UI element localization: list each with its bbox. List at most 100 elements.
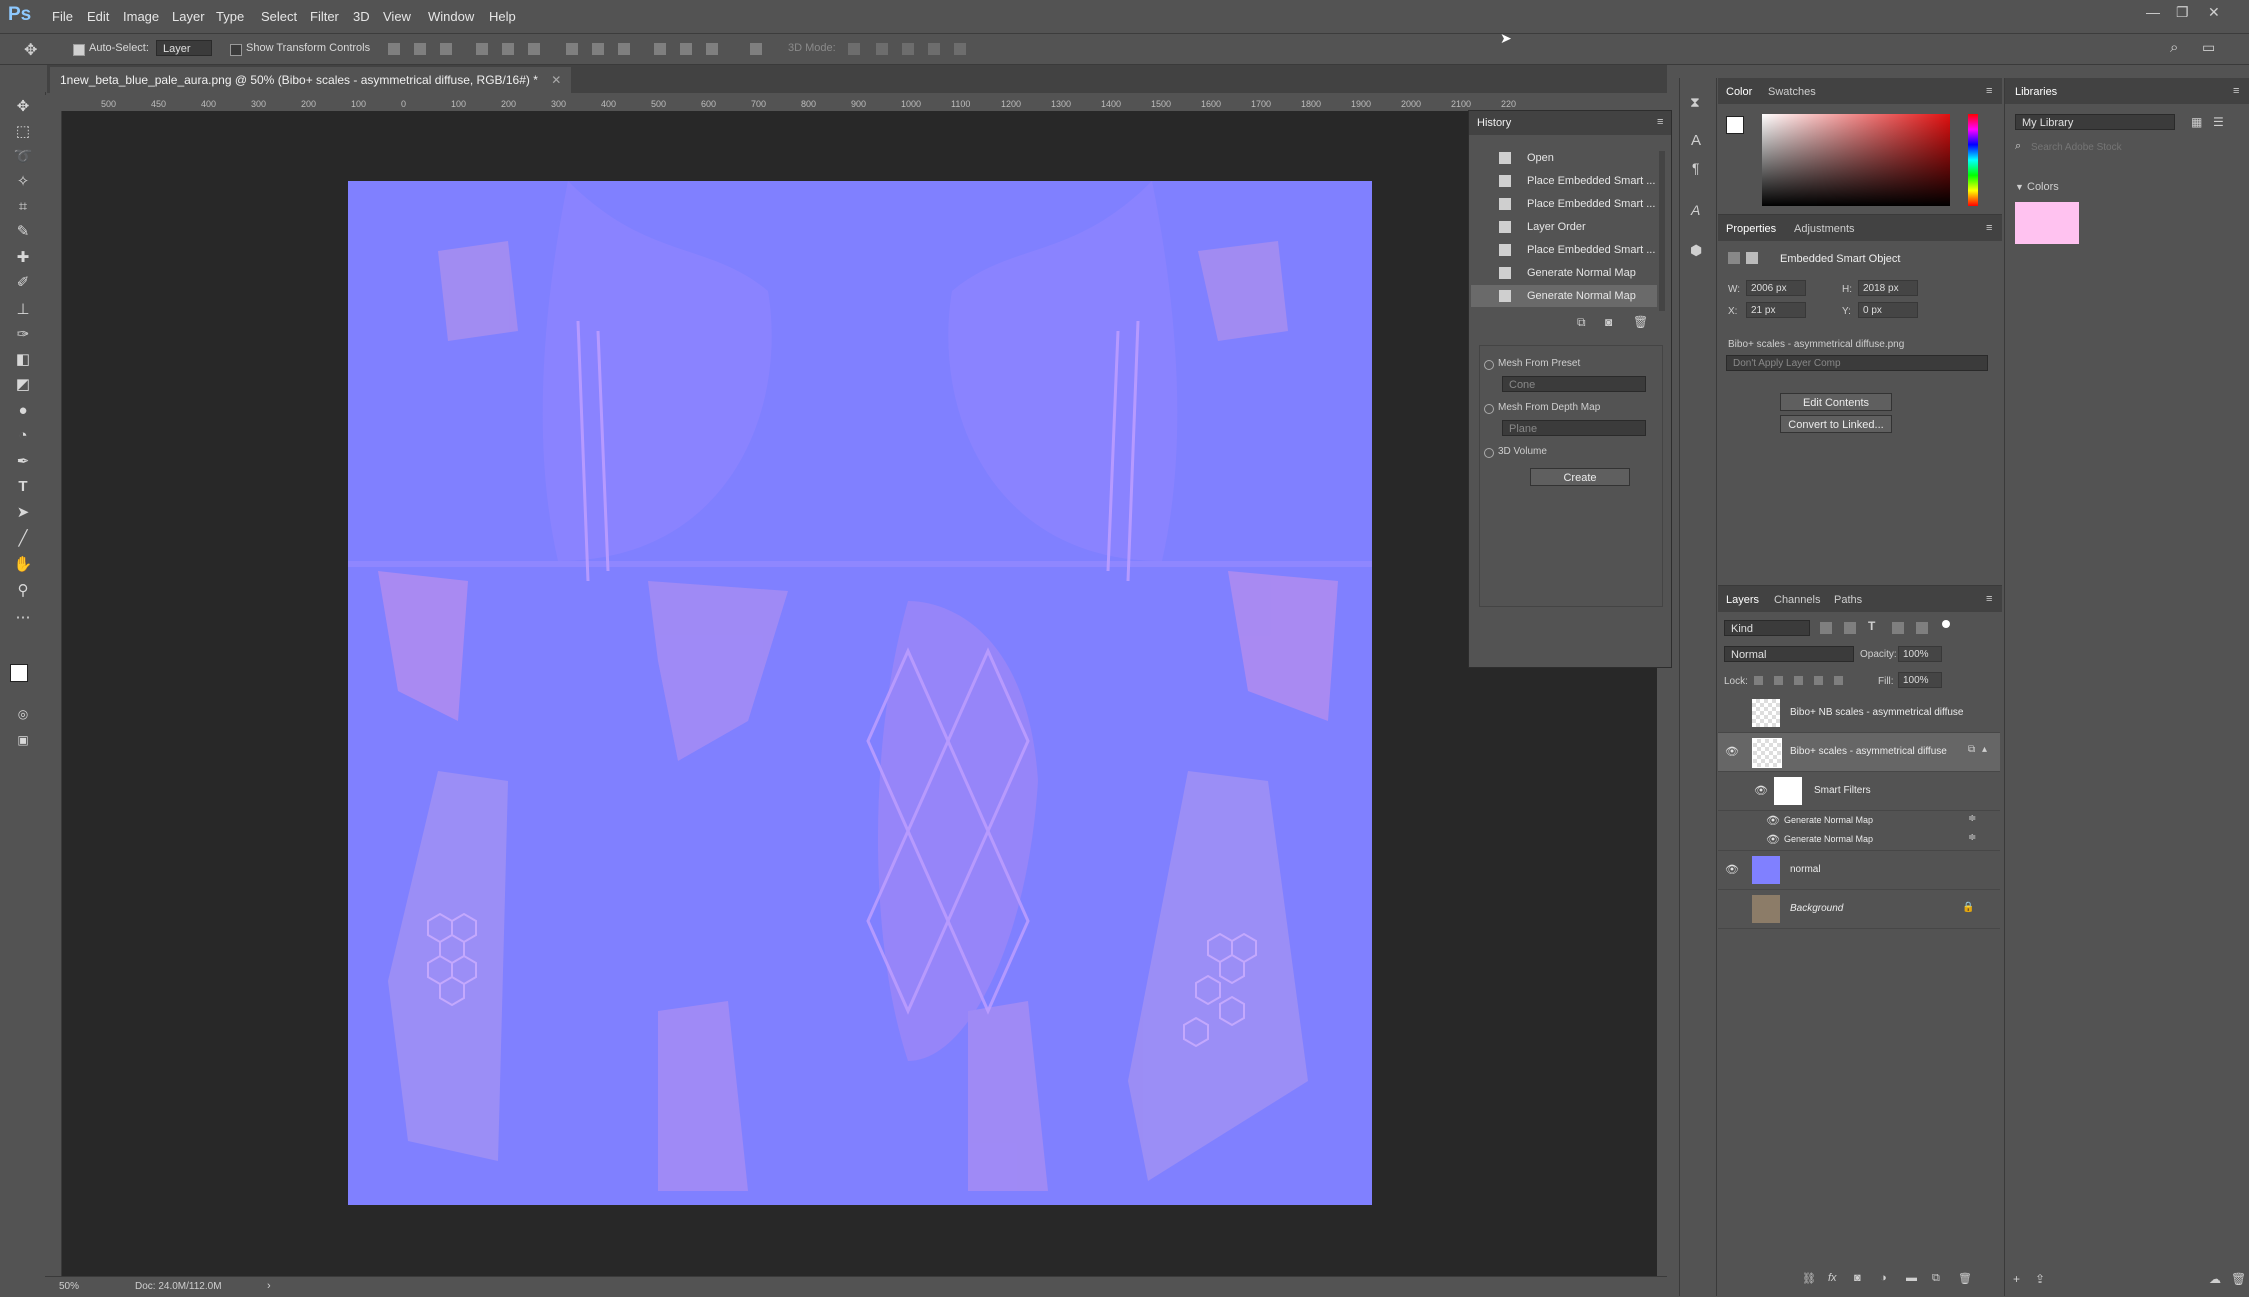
3d-scale-icon[interactable] (954, 43, 966, 55)
library-dropdown[interactable]: My Library (2015, 114, 2175, 130)
filter-toggle-icon[interactable] (1942, 620, 1950, 628)
auto-align-icon[interactable] (750, 43, 762, 55)
more-tools-icon[interactable]: ⋯ (13, 608, 33, 628)
delete-library-item-icon[interactable]: 🗑 (2231, 1272, 2246, 1286)
properties-tab[interactable]: Properties (1726, 223, 1776, 235)
history-brush-icon[interactable]: ✑ (13, 325, 33, 345)
lock-pixels-icon[interactable] (1774, 676, 1783, 685)
delete-state-icon[interactable]: 🗑 (1633, 315, 1648, 329)
smart-filter-mask[interactable] (1774, 777, 1802, 805)
brush-tool-icon[interactable]: ✐ (13, 273, 33, 293)
stock-search-input[interactable] (2029, 138, 2233, 156)
filter-options-icon[interactable]: ≑ (1968, 832, 1976, 843)
align-left-icon[interactable] (476, 43, 488, 55)
color-tab[interactable]: Color (1726, 86, 1752, 98)
close-button[interactable]: ✕ (2208, 4, 2220, 21)
lasso-tool-icon[interactable]: ➰ (13, 147, 33, 167)
history-item[interactable]: Layer Order (1471, 216, 1657, 238)
history-panel-icon[interactable]: ⧗ (1690, 94, 1700, 111)
filter-name[interactable]: Generate Normal Map (1784, 834, 1873, 844)
panel-menu-icon[interactable]: ≡ (2233, 85, 2239, 97)
type-tool-icon[interactable]: T (13, 477, 33, 497)
collapse-effects-icon[interactable]: ▴ (1982, 744, 1987, 755)
document-tab[interactable]: 1new_beta_blue_pale_aura.png @ 50% (Bibo… (50, 67, 572, 93)
filter-row[interactable]: 👁 Generate Normal Map ≑ (1718, 811, 2000, 830)
zoom-tool-icon[interactable]: ⚲ (13, 581, 33, 601)
close-tab-icon[interactable]: ✕ (551, 73, 561, 87)
minimize-button[interactable]: — (2146, 4, 2160, 20)
panel-menu-icon[interactable]: ≡ (1657, 116, 1663, 128)
hand-tool-icon[interactable]: ✋ (13, 555, 33, 575)
cloud-sync-icon[interactable]: ☁ (2209, 1272, 2221, 1286)
swatches-tab[interactable]: Swatches (1768, 86, 1816, 98)
y-field[interactable]: 0 px (1858, 302, 1918, 318)
path-select-icon[interactable]: ➤ (13, 503, 33, 523)
dodge-tool-icon[interactable]: ◔ (13, 426, 33, 446)
filter-smart-object-icon[interactable] (1916, 622, 1928, 634)
menu-edit[interactable]: Edit (87, 9, 109, 24)
blur-tool-icon[interactable]: ● (13, 401, 33, 421)
align-top-icon[interactable] (388, 43, 400, 55)
grid-view-icon[interactable]: ▦ (2191, 115, 2202, 129)
pen-tool-icon[interactable]: ✒ (13, 452, 33, 472)
visibility-eye-icon[interactable]: 👁 (1766, 833, 1780, 846)
mesh-preset-radio[interactable] (1484, 360, 1494, 370)
3d-roll-icon[interactable] (876, 43, 888, 55)
add-content-icon[interactable]: + (2013, 1272, 2020, 1286)
history-item-selected[interactable]: Generate Normal Map (1471, 285, 1657, 307)
distribute-vcenter-icon[interactable] (592, 43, 604, 55)
character-panel-icon[interactable]: A (1691, 132, 1701, 149)
add-mask-icon[interactable]: ◙ (1854, 1272, 1861, 1284)
mesh-preset-dropdown[interactable]: Cone (1502, 376, 1646, 392)
menu-layer[interactable]: Layer (172, 9, 205, 24)
new-snapshot-icon[interactable]: ◙ (1605, 315, 1612, 329)
zoom-level[interactable]: 50% (59, 1281, 79, 1292)
align-hcenter-icon[interactable] (502, 43, 514, 55)
crop-tool-icon[interactable]: ⌗ (13, 197, 33, 217)
smart-filters-row[interactable]: 👁 Smart Filters (1718, 772, 2000, 811)
channels-tab[interactable]: Channels (1774, 594, 1820, 606)
x-field[interactable]: 21 px (1746, 302, 1806, 318)
lock-transparency-icon[interactable] (1754, 676, 1763, 685)
show-transform-checkbox[interactable] (230, 44, 242, 56)
distribute-hcenter-icon[interactable] (680, 43, 692, 55)
move-tool-icon[interactable]: ✥ (24, 40, 37, 60)
marquee-tool-icon[interactable]: ⬚ (13, 122, 33, 142)
history-item[interactable]: Place Embedded Smart ... (1471, 170, 1657, 192)
menu-window[interactable]: Window (428, 9, 474, 24)
create-button[interactable]: Create (1530, 468, 1630, 486)
delete-layer-icon[interactable]: 🗑 (1958, 1272, 1972, 1285)
layer-comp-dropdown[interactable]: Don't Apply Layer Comp (1726, 355, 1988, 371)
glyphs-panel-icon[interactable]: A (1691, 202, 1700, 218)
screen-mode-icon[interactable]: ▣ (13, 730, 33, 750)
layer-name[interactable]: Background (1790, 903, 1843, 914)
eraser-icon[interactable]: ◧ (13, 350, 33, 370)
layer-row-selected[interactable]: 👁 Bibo+ scales - asymmetrical diffuse ⧉ … (1718, 733, 2000, 772)
adjustments-tab[interactable]: Adjustments (1794, 223, 1855, 235)
distribute-bottom-icon[interactable] (618, 43, 630, 55)
menu-3d[interactable]: 3D (353, 9, 370, 24)
edit-contents-button[interactable]: Edit Contents (1780, 393, 1892, 411)
menu-image[interactable]: Image (123, 9, 159, 24)
convert-to-linked-button[interactable]: Convert to Linked... (1780, 415, 1892, 433)
library-color-swatch[interactable] (2015, 202, 2079, 244)
volume-radio[interactable] (1484, 448, 1494, 458)
visibility-eye-icon[interactable]: 👁 (1766, 814, 1780, 827)
adjustment-layer-icon[interactable]: ◑ (1880, 1272, 1887, 1284)
align-right-icon[interactable] (528, 43, 540, 55)
menu-view[interactable]: View (383, 9, 411, 24)
layer-name[interactable]: Bibo+ NB scales - asymmetrical diffuse (1790, 707, 1964, 718)
layer-style-icon[interactable]: fx (1828, 1272, 1837, 1284)
menu-type[interactable]: Type (216, 9, 244, 24)
lock-all-icon[interactable] (1834, 676, 1843, 685)
libraries-tab[interactable]: Libraries (2015, 86, 2057, 98)
lock-artboard-icon[interactable] (1814, 676, 1823, 685)
width-field[interactable]: 2006 px (1746, 280, 1806, 296)
eyedropper-icon[interactable]: ✎ (13, 222, 33, 242)
mesh-depth-radio[interactable] (1484, 404, 1494, 414)
menu-select[interactable]: Select (261, 9, 297, 24)
auto-select-checkbox[interactable] (73, 44, 85, 56)
list-view-icon[interactable]: ☰ (2213, 115, 2224, 129)
history-item[interactable]: Place Embedded Smart ... (1471, 193, 1657, 215)
move-tool-icon[interactable]: ✥ (13, 97, 33, 117)
